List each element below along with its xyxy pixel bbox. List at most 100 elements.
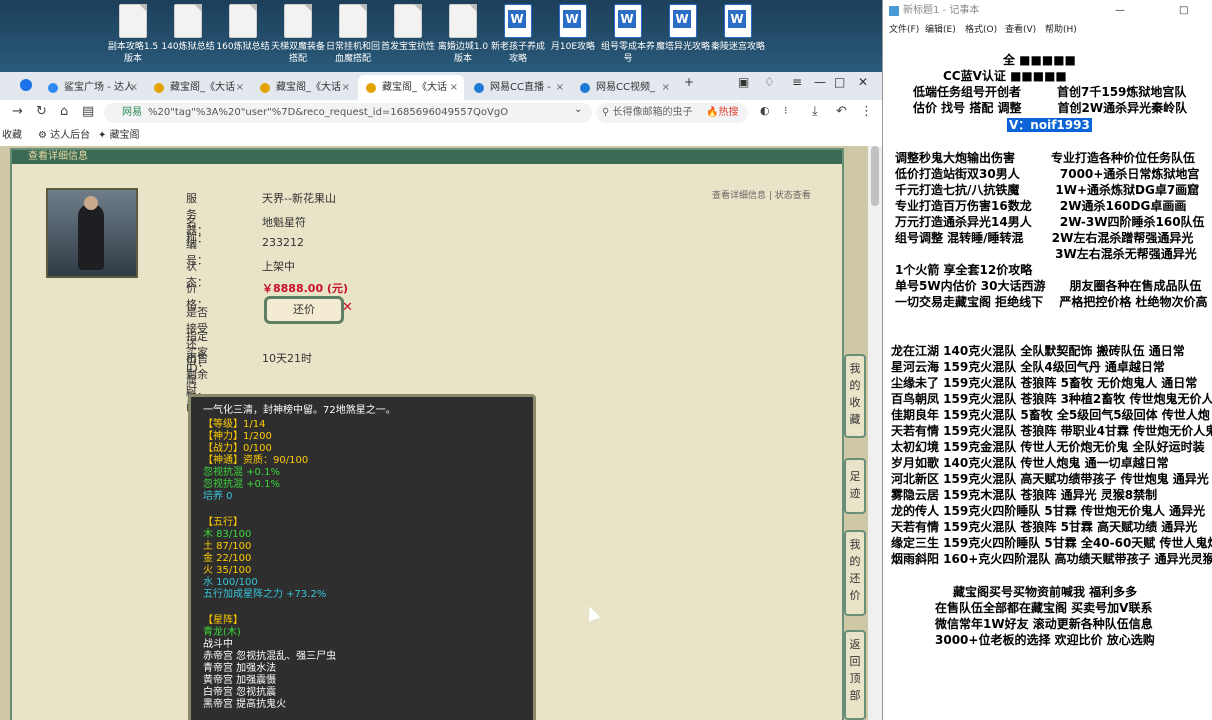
text-line: 藏宝阁买号买物资前喊我 福利多多 (953, 585, 1138, 599)
text-line: 低价打造站街双30男人 7000+通杀日常炼狱地宫 (895, 167, 1200, 181)
back-to-top-button[interactable]: 返回顶部 (844, 630, 866, 720)
desktop-icon-3[interactable]: 天梯双魔装备搭配 (269, 4, 327, 65)
desktop-icon-10[interactable]: W 魔塔异光攻略 (654, 4, 712, 53)
desktop-icon-7[interactable]: W 新老孩子养成攻略 (489, 4, 547, 65)
undo-icon[interactable]: ↶ (836, 104, 847, 119)
tab-4[interactable]: 网易CC直播 - × (466, 75, 570, 100)
menu-file[interactable]: 文件(F) (889, 22, 919, 38)
reload-icon[interactable]: ↻ (36, 104, 47, 119)
document-icon (339, 4, 367, 38)
more-icon[interactable]: ⋮ (860, 104, 873, 119)
text-line: 岁月如歌 140克火混队 传世人炮鬼 通一切卓越日常 (891, 456, 1169, 470)
maximize-icon[interactable]: □ (1179, 0, 1188, 22)
new-tab-icon[interactable]: + (684, 75, 694, 89)
close-tab-icon[interactable]: × (450, 75, 458, 100)
shield-icon[interactable]: ◐ (760, 104, 770, 117)
attr-line: 木 83/100 (203, 529, 252, 540)
minimize-icon[interactable]: — (814, 75, 826, 89)
attr-line: 战斗中 (203, 639, 233, 650)
desktop-icon-5[interactable]: 首发宝宝抗性 (379, 4, 437, 53)
my-favorites-button[interactable]: 我的收藏 (844, 354, 866, 438)
briefcase-icon[interactable]: ▤ (82, 104, 94, 119)
text-line: 组号调整 混转睡/睡转混 2W左右混杀蹭帮强通异光 (895, 231, 1194, 245)
favicon-icon (48, 83, 58, 93)
desktop-icon-8[interactable]: W 月10E攻略 (544, 4, 602, 53)
menu-icon[interactable]: ≡ (792, 75, 802, 89)
my-bargains-button[interactable]: 我的还价 (844, 530, 866, 616)
url-field[interactable]: 网易 %20"tag"%3A%20"user"%7D&reco_request_i… (104, 103, 592, 123)
document-icon (284, 4, 312, 38)
favicon-icon (580, 83, 590, 93)
desktop-icon-2[interactable]: 160炼狱总结 (214, 4, 272, 53)
text-line: 1个火箭 享全套12价攻略 (895, 263, 1033, 277)
bookmark-favorites[interactable]: 收藏 (2, 126, 22, 146)
dropdown-chevron-icon[interactable]: ⌄ (574, 104, 582, 115)
home-icon[interactable]: ⌂ (60, 104, 68, 119)
document-icon (174, 4, 202, 38)
close-tab-icon[interactable]: × (662, 75, 670, 100)
desktop-icon-11[interactable]: W 秦陵迷宫攻略 (709, 4, 767, 53)
character-avatar (46, 188, 138, 278)
text-line: 低端任务组号开创者 首创7千159炼狱地宫队 (913, 85, 1187, 99)
tab-count-icon[interactable]: ▣ (738, 75, 749, 89)
notepad-title-bar: 新标题1 - 记事本 — □ (883, 0, 1212, 22)
browser-logo-icon[interactable] (20, 79, 32, 91)
favicon-icon (154, 83, 164, 93)
desktop-icon-1[interactable]: 140炼狱总结 (159, 4, 217, 53)
attr-line: 忽视抗混 +0.1% (203, 479, 280, 490)
bookmark-creator-backend[interactable]: ⚙ 达人后台 (38, 126, 90, 146)
notepad-menu-bar: 文件(F) 编辑(E) 格式(O) 查看(V) 帮助(H) (883, 22, 1212, 38)
attr-line: 五行加成星阵之力 +73.2% (203, 589, 327, 600)
maximize-icon[interactable]: □ (834, 75, 845, 89)
text-line: 尘缘未了 159克火混队 苍狼阵 5畜牧 无价炮鬼人 通日常 (891, 376, 1198, 390)
close-window-icon[interactable]: ✕ (858, 75, 868, 89)
text-line: CC蓝V认证 ■■■■■ (943, 69, 1067, 83)
tab-2[interactable]: 藏宝阁_《大话 × (252, 75, 356, 100)
bargain-button[interactable]: 还价 (264, 296, 344, 324)
bookmark-cangbaoge[interactable]: ✦ 藏宝阁 (98, 126, 140, 146)
page-scrollbar[interactable] (868, 146, 882, 720)
address-bar-row: → ↻ ⌂ ▤ 网易 %20"tag"%3A%20"user"%7D&reco_r… (0, 100, 882, 127)
contact-selected-text: V：noif1993 (1007, 118, 1092, 132)
download-icon[interactable]: ⤓ (812, 104, 818, 119)
menu-help[interactable]: 帮助(H) (1045, 22, 1077, 38)
status-links[interactable]: 查看详细信息 | 状态查看 (712, 188, 811, 201)
close-tab-icon[interactable]: × (236, 75, 244, 100)
menu-format[interactable]: 格式(O) (965, 22, 997, 38)
menu-edit[interactable]: 编辑(E) (925, 22, 956, 38)
tab-0[interactable]: 鲨宝广场 - 达人 × (40, 75, 144, 100)
text-line: 全 ■■■■■ (1003, 53, 1076, 67)
close-tab-icon[interactable]: × (342, 75, 350, 100)
close-tab-icon[interactable]: × (130, 75, 138, 100)
hot-search-badge[interactable]: 🔥热搜 (706, 103, 738, 123)
favicon-icon (260, 83, 270, 93)
desktop-icon-4[interactable]: 日常挂机和回血魔搭配 (324, 4, 382, 65)
text-line: 单号5W内估价 30大话西游 朋友圈各种在售成品队伍 (895, 279, 1202, 293)
attr-line: 培养 0 (203, 491, 233, 502)
tab-5[interactable]: 网易CC视频_ × (572, 75, 676, 100)
attr-line: 金 22/100 (203, 553, 252, 564)
close-bargain-icon[interactable]: ✕ (342, 300, 353, 315)
minimize-icon[interactable]: — (1115, 0, 1125, 22)
favicon-icon (366, 83, 376, 93)
search-icon: ⚲ (602, 107, 610, 118)
forward-arrow-icon[interactable]: → (12, 104, 23, 119)
shirt-icon[interactable]: ♢ (764, 75, 775, 89)
attr-line: 青帝宫 加强水法 (203, 663, 277, 674)
attr-line: 【星阵】 (203, 615, 243, 626)
extensions-icon[interactable]: ⁝ (784, 104, 788, 117)
attr-line: 火 35/100 (203, 565, 252, 576)
tab-1[interactable]: 藏宝阁_《大话 × (146, 75, 250, 100)
close-tab-icon[interactable]: × (556, 75, 564, 100)
text-line: 专业打造百万伤害16数龙 2W通杀160DG卓画画 (895, 199, 1187, 213)
text-line: 天若有情 159克火混队 苍狼阵 5甘霖 高天赋功绩 通异光 (891, 520, 1198, 534)
desktop-icon-0[interactable]: 副本攻略1.5版本 (104, 4, 162, 65)
menu-view[interactable]: 查看(V) (1005, 22, 1036, 38)
notepad-icon (889, 6, 899, 16)
desktop-icon-9[interactable]: W 组号零成本养号 (599, 4, 657, 65)
desktop: 副本攻略1.5版本 140炼狱总结 160炼狱总结 天梯双魔装备搭配 日常挂机和… (0, 0, 882, 72)
tab-3-active[interactable]: 藏宝阁_《大话 × (358, 75, 464, 100)
footprint-button[interactable]: 足迹 (844, 458, 866, 514)
desktop-icon-6[interactable]: 离婚边城1.0版本 (434, 4, 492, 65)
text-line: 百鸟朝凤 159克火混队 苍狼阵 3种植2畜牧 传世炮鬼无价人 (891, 392, 1212, 406)
